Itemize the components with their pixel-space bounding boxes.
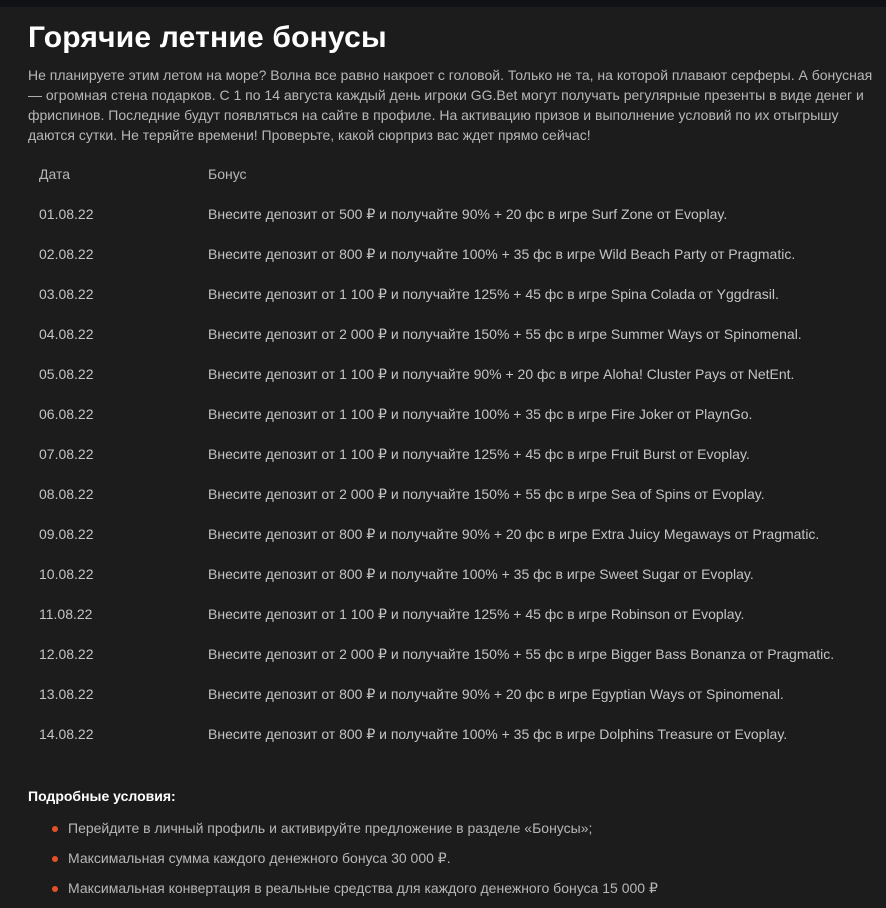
bullet-dot-icon — [52, 856, 58, 862]
bullet-dot-icon — [52, 886, 58, 892]
row-date: 03.08.22 — [39, 286, 94, 302]
row-bonus: Внесите депозит от 800 ₽ и получайте 90%… — [208, 686, 784, 702]
table-header-bonus: Бонус — [208, 166, 247, 182]
row-bonus: Внесите депозит от 2 000 ₽ и получайте 1… — [208, 326, 802, 342]
condition-text: Максимальная конвертация в реальные сред… — [68, 880, 658, 896]
row-date: 10.08.22 — [39, 566, 94, 582]
row-bonus: Внесите депозит от 1 100 ₽ и получайте 1… — [208, 446, 750, 462]
row-bonus: Внесите депозит от 1 100 ₽ и получайте 9… — [208, 366, 795, 382]
table-row: 12.08.22 Внесите депозит от 2 000 ₽ и по… — [39, 634, 859, 674]
table-row: 07.08.22 Внесите депозит от 1 100 ₽ и по… — [39, 434, 859, 474]
table-row: 08.08.22 Внесите депозит от 2 000 ₽ и по… — [39, 474, 859, 514]
row-date: 11.08.22 — [39, 606, 93, 622]
row-bonus: Внесите депозит от 500 ₽ и получайте 90%… — [208, 206, 728, 222]
row-date: 09.08.22 — [39, 526, 94, 542]
condition-text: Перейдите в личный профиль и активируйте… — [68, 820, 593, 836]
row-date: 05.08.22 — [39, 366, 94, 382]
row-date: 02.08.22 — [39, 246, 94, 262]
conditions-list: Перейдите в личный профиль и активируйте… — [28, 818, 868, 908]
table-row: 02.08.22 Внесите депозит от 800 ₽ и полу… — [39, 234, 859, 274]
row-bonus: Внесите депозит от 1 100 ₽ и получайте 1… — [208, 286, 779, 302]
row-bonus: Внесите депозит от 1 100 ₽ и получайте 1… — [208, 606, 745, 622]
table-row: 10.08.22 Внесите депозит от 800 ₽ и полу… — [39, 554, 859, 594]
page-title: Горячие летние бонусы — [28, 21, 387, 54]
row-bonus: Внесите депозит от 2 000 ₽ и получайте 1… — [208, 646, 835, 662]
table-row: 11.08.22 Внесите депозит от 1 100 ₽ и по… — [39, 594, 859, 634]
row-bonus: Внесите депозит от 800 ₽ и получайте 100… — [208, 566, 754, 582]
table-row: 14.08.22 Внесите депозит от 800 ₽ и полу… — [39, 714, 859, 754]
conditions-title: Подробные условия: — [28, 788, 176, 804]
row-date: 01.08.22 — [39, 206, 94, 222]
row-date: 08.08.22 — [39, 486, 94, 502]
row-date: 12.08.22 — [39, 646, 94, 662]
table-row: 06.08.22 Внесите депозит от 1 100 ₽ и по… — [39, 394, 859, 434]
list-item: Перейдите в личный профиль и активируйте… — [28, 818, 868, 848]
row-date: 07.08.22 — [39, 446, 94, 462]
row-date: 14.08.22 — [39, 726, 94, 742]
list-item: Максимальная сумма каждого денежного бон… — [28, 848, 868, 878]
bonus-table: Дата Бонус 01.08.22 Внесите депозит от 5… — [39, 154, 859, 754]
table-row: 04.08.22 Внесите депозит от 2 000 ₽ и по… — [39, 314, 859, 354]
top-bar — [0, 0, 886, 7]
table-row: 13.08.22 Внесите депозит от 800 ₽ и полу… — [39, 674, 859, 714]
table-row: 05.08.22 Внесите депозит от 1 100 ₽ и по… — [39, 354, 859, 394]
bullet-dot-icon — [52, 826, 58, 832]
conditions-section: Подробные условия: Перейдите в личный пр… — [28, 786, 868, 908]
row-bonus: Внесите депозит от 800 ₽ и получайте 100… — [208, 246, 796, 262]
condition-text: Максимальная сумма каждого денежного бон… — [68, 850, 451, 866]
intro-paragraph: Не планируете этим летом на море? Волна … — [28, 67, 873, 143]
table-header-row: Дата Бонус — [39, 154, 859, 194]
table-row: 01.08.22 Внесите депозит от 500 ₽ и полу… — [39, 194, 859, 234]
row-bonus: Внесите депозит от 2 000 ₽ и получайте 1… — [208, 486, 765, 502]
row-date: 13.08.22 — [39, 686, 94, 702]
table-header-date: Дата — [39, 166, 71, 182]
list-item: Максимальная конвертация в реальные сред… — [28, 878, 868, 908]
row-bonus: Внесите депозит от 800 ₽ и получайте 90%… — [208, 526, 820, 542]
row-date: 04.08.22 — [39, 326, 94, 342]
row-bonus: Внесите депозит от 800 ₽ и получайте 100… — [208, 726, 788, 742]
row-date: 06.08.22 — [39, 406, 94, 422]
row-bonus: Внесите депозит от 1 100 ₽ и получайте 1… — [208, 406, 753, 422]
table-row: 03.08.22 Внесите депозит от 1 100 ₽ и по… — [39, 274, 859, 314]
article-header: Горячие летние бонусы Не планируете этим… — [28, 20, 880, 145]
table-row: 09.08.22 Внесите депозит от 800 ₽ и полу… — [39, 514, 859, 554]
